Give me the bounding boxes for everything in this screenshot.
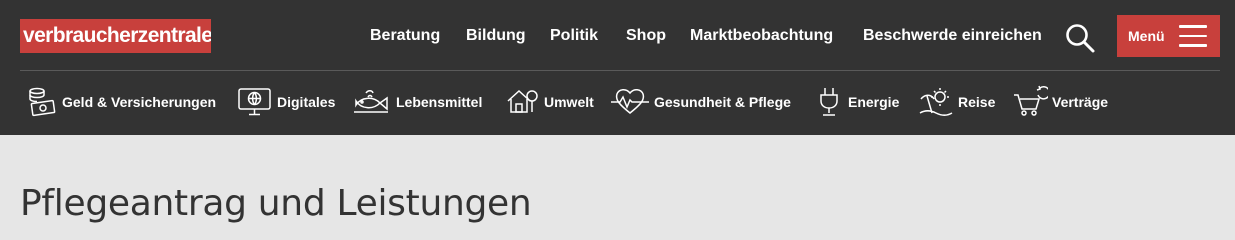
nav-item-shop[interactable]: Shop [626, 26, 666, 46]
category-gesundheit-pflege[interactable]: Gesundheit & Pflege [610, 84, 791, 120]
category-label: Lebensmittel [396, 94, 483, 110]
beach-sun-icon [919, 88, 953, 116]
category-digitales[interactable]: Digitales [237, 84, 335, 120]
hamburger-icon [1179, 25, 1207, 47]
money-coins-icon [29, 87, 56, 117]
plug-icon [820, 88, 838, 116]
nav-item-bildung[interactable]: Bildung [466, 26, 526, 46]
category-label: Digitales [277, 94, 336, 110]
nav-item-beratung[interactable]: Beratung [370, 26, 440, 46]
category-umwelt[interactable]: Umwelt [506, 84, 594, 120]
nav-item-beschwerde-einreichen[interactable]: Beschwerde einreichen [863, 26, 1042, 46]
search-icon [1066, 24, 1095, 53]
category-label: Verträge [1052, 94, 1109, 110]
category-vertraege[interactable]: Verträge [1012, 84, 1108, 120]
category-geld-versicherungen[interactable]: Geld & Versicherungen [24, 84, 216, 120]
page-title: Pflegeantrag und Leistungen [20, 183, 532, 224]
category-energie[interactable]: Energie [814, 84, 899, 120]
menu-button[interactable]: Menü [1117, 15, 1220, 57]
category-label: Gesundheit & Pflege [654, 94, 791, 110]
menu-label: Menü [1128, 28, 1165, 44]
heartbeat-icon [611, 89, 649, 114]
category-reise[interactable]: Reise [918, 84, 995, 120]
category-lebensmittel[interactable]: Lebensmittel [352, 84, 482, 120]
fish-icon [354, 90, 388, 113]
search-button[interactable] [1064, 22, 1096, 54]
category-label: Umwelt [544, 94, 594, 110]
main-navigation: Beratung Bildung Politik Shop Marktbeoba… [0, 0, 1235, 72]
nav-item-marktbeobachtung[interactable]: Marktbeobachtung [690, 26, 833, 46]
category-label: Energie [848, 94, 900, 110]
category-label: Geld & Versicherungen [62, 94, 217, 110]
shopping-cart-icon [1014, 85, 1048, 116]
house-tree-icon [507, 89, 538, 113]
category-navigation: Geld & Versicherungen Digitales Lebensmi… [0, 72, 1235, 135]
header-divider [20, 70, 1220, 71]
nav-item-politik[interactable]: Politik [550, 26, 598, 46]
site-header: verbraucherzentrale Beratung Bildung Pol… [0, 0, 1235, 135]
category-label: Reise [958, 94, 996, 110]
monitor-globe-icon [238, 88, 271, 116]
